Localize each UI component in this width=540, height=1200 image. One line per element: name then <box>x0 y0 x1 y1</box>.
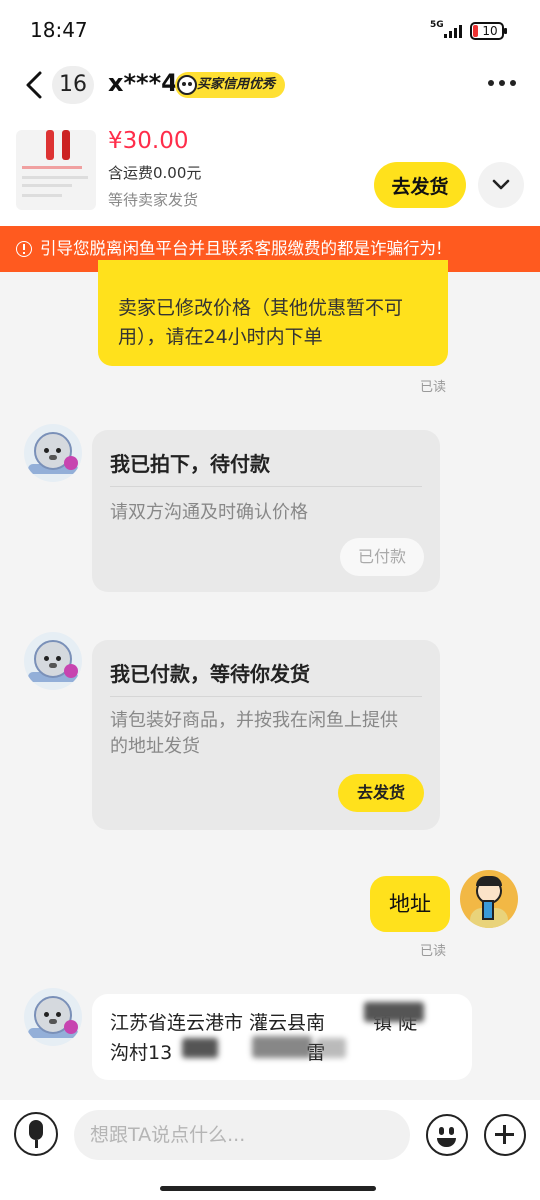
battery-level: 10 <box>482 24 498 38</box>
credit-badge[interactable]: 买家信用优秀 <box>175 72 286 98</box>
shipping-fee: 含运费0.00元 <box>108 164 202 182</box>
read-receipt: 已读 <box>420 380 447 395</box>
card-description: 请双方沟通及时确认价格 <box>110 502 308 523</box>
my-message-bubble: 地址 <box>370 876 450 932</box>
product-card[interactable]: ¥30.00 含运费0.00元 等待卖家发货 去发货 <box>0 108 540 226</box>
contact-nickname[interactable]: x***4 <box>108 69 178 97</box>
redaction-blur <box>252 1036 312 1058</box>
paid-button[interactable]: 已付款 <box>340 538 424 576</box>
clock: 18:47 <box>30 18 88 42</box>
card-divider <box>110 696 422 697</box>
battery-icon: 10 <box>470 22 507 40</box>
address-message: 江苏省连云港市 灌云县南镇 陡 沟村13 雷 <box>92 994 472 1080</box>
warning-circle-icon <box>16 241 32 257</box>
order-status: 等待卖家发货 <box>108 191 199 209</box>
product-price: ¥30.00 <box>108 128 189 154</box>
network-label: 5G <box>430 20 444 30</box>
signal-icon <box>444 24 462 38</box>
input-bar <box>0 1100 540 1200</box>
go-ship-button[interactable]: 去发货 <box>338 774 424 812</box>
emoji-icon[interactable] <box>426 1114 468 1156</box>
ship-button[interactable]: 去发货 <box>374 162 466 208</box>
expand-button[interactable] <box>478 162 524 208</box>
chat-header: 16 x***4 买家信用优秀 <box>0 62 540 108</box>
read-receipt: 已读 <box>420 944 447 959</box>
buyer-avatar[interactable] <box>24 424 82 482</box>
home-indicator[interactable] <box>160 1186 376 1191</box>
chevron-down-icon <box>492 179 510 190</box>
my-avatar[interactable] <box>460 870 518 928</box>
microphone-icon[interactable] <box>14 1112 58 1156</box>
card-title: 我已付款，等待你发货 <box>110 662 310 686</box>
buyer-avatar[interactable] <box>24 988 82 1046</box>
message-input[interactable] <box>74 1110 410 1160</box>
redaction-blur <box>316 1038 346 1058</box>
fish-face-icon <box>177 75 197 95</box>
card-divider <box>110 486 422 487</box>
redaction-blur <box>364 1002 424 1022</box>
redaction-blur <box>182 1038 218 1058</box>
card-description: 请包装好商品，并按我在闲鱼上提供的地址发货 <box>110 710 398 757</box>
unread-count-badge[interactable]: 16 <box>52 66 94 104</box>
more-icon[interactable] <box>488 80 516 86</box>
buyer-avatar[interactable] <box>24 632 82 690</box>
credit-badge-label: 买家信用优秀 <box>197 77 276 92</box>
product-thumbnail[interactable] <box>16 130 96 210</box>
plus-icon[interactable] <box>484 1114 526 1156</box>
order-card-paid: 我已付款，等待你发货 请包装好商品，并按我在闲鱼上提供的地址发货 去发货 <box>92 640 440 830</box>
price-change-message: 卖家已修改价格（其他优惠暂不可用），请在24小时内下单 <box>98 260 448 366</box>
card-title: 我已拍下，待付款 <box>110 452 270 476</box>
back-arrow-icon[interactable] <box>22 68 48 102</box>
status-bar: 18:47 5G 10 <box>0 0 540 62</box>
warning-text: 引导您脱离闲鱼平台并且联系客服缴费的都是诈骗行为! <box>40 239 443 258</box>
order-card-pending-payment: 我已拍下，待付款 请双方沟通及时确认价格 已付款 <box>92 430 440 592</box>
